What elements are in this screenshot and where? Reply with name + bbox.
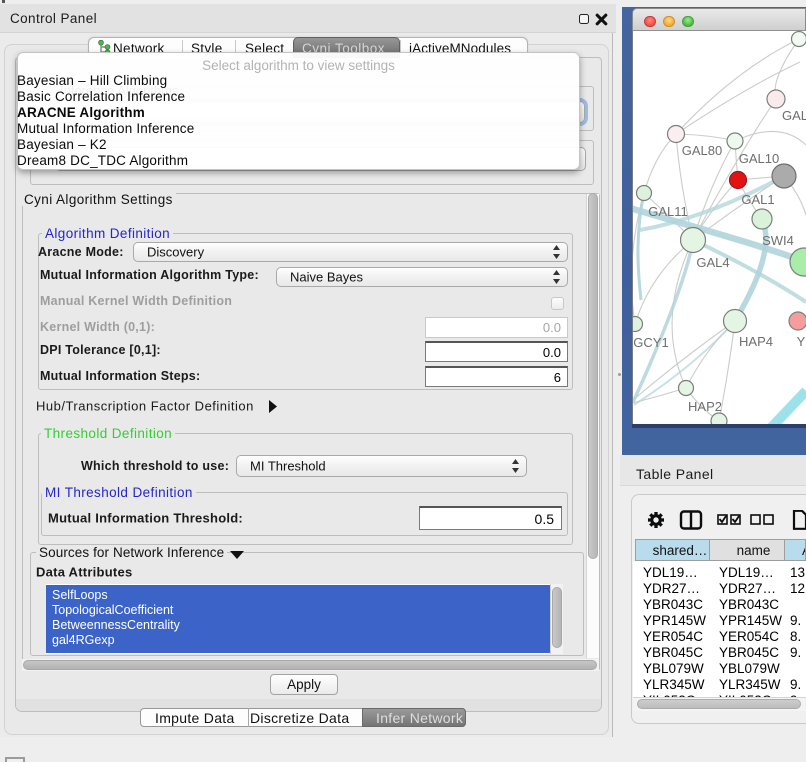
svg-text:GAL11: GAL11 xyxy=(648,204,688,219)
svg-text:GAL4: GAL4 xyxy=(696,255,729,270)
svg-text:SWI4: SWI4 xyxy=(762,233,794,248)
svg-text:GAL10: GAL10 xyxy=(739,151,779,166)
svg-text:GAL80: GAL80 xyxy=(682,143,722,158)
svg-text:GCY1: GCY1 xyxy=(633,335,668,350)
svg-text:HAP4: HAP4 xyxy=(739,334,773,349)
svg-text:HAP2: HAP2 xyxy=(688,399,722,414)
svg-text:GAL1: GAL1 xyxy=(741,192,774,207)
svg-text:GAL: GAL xyxy=(782,108,806,123)
svg-text:Y: Y xyxy=(797,334,806,349)
